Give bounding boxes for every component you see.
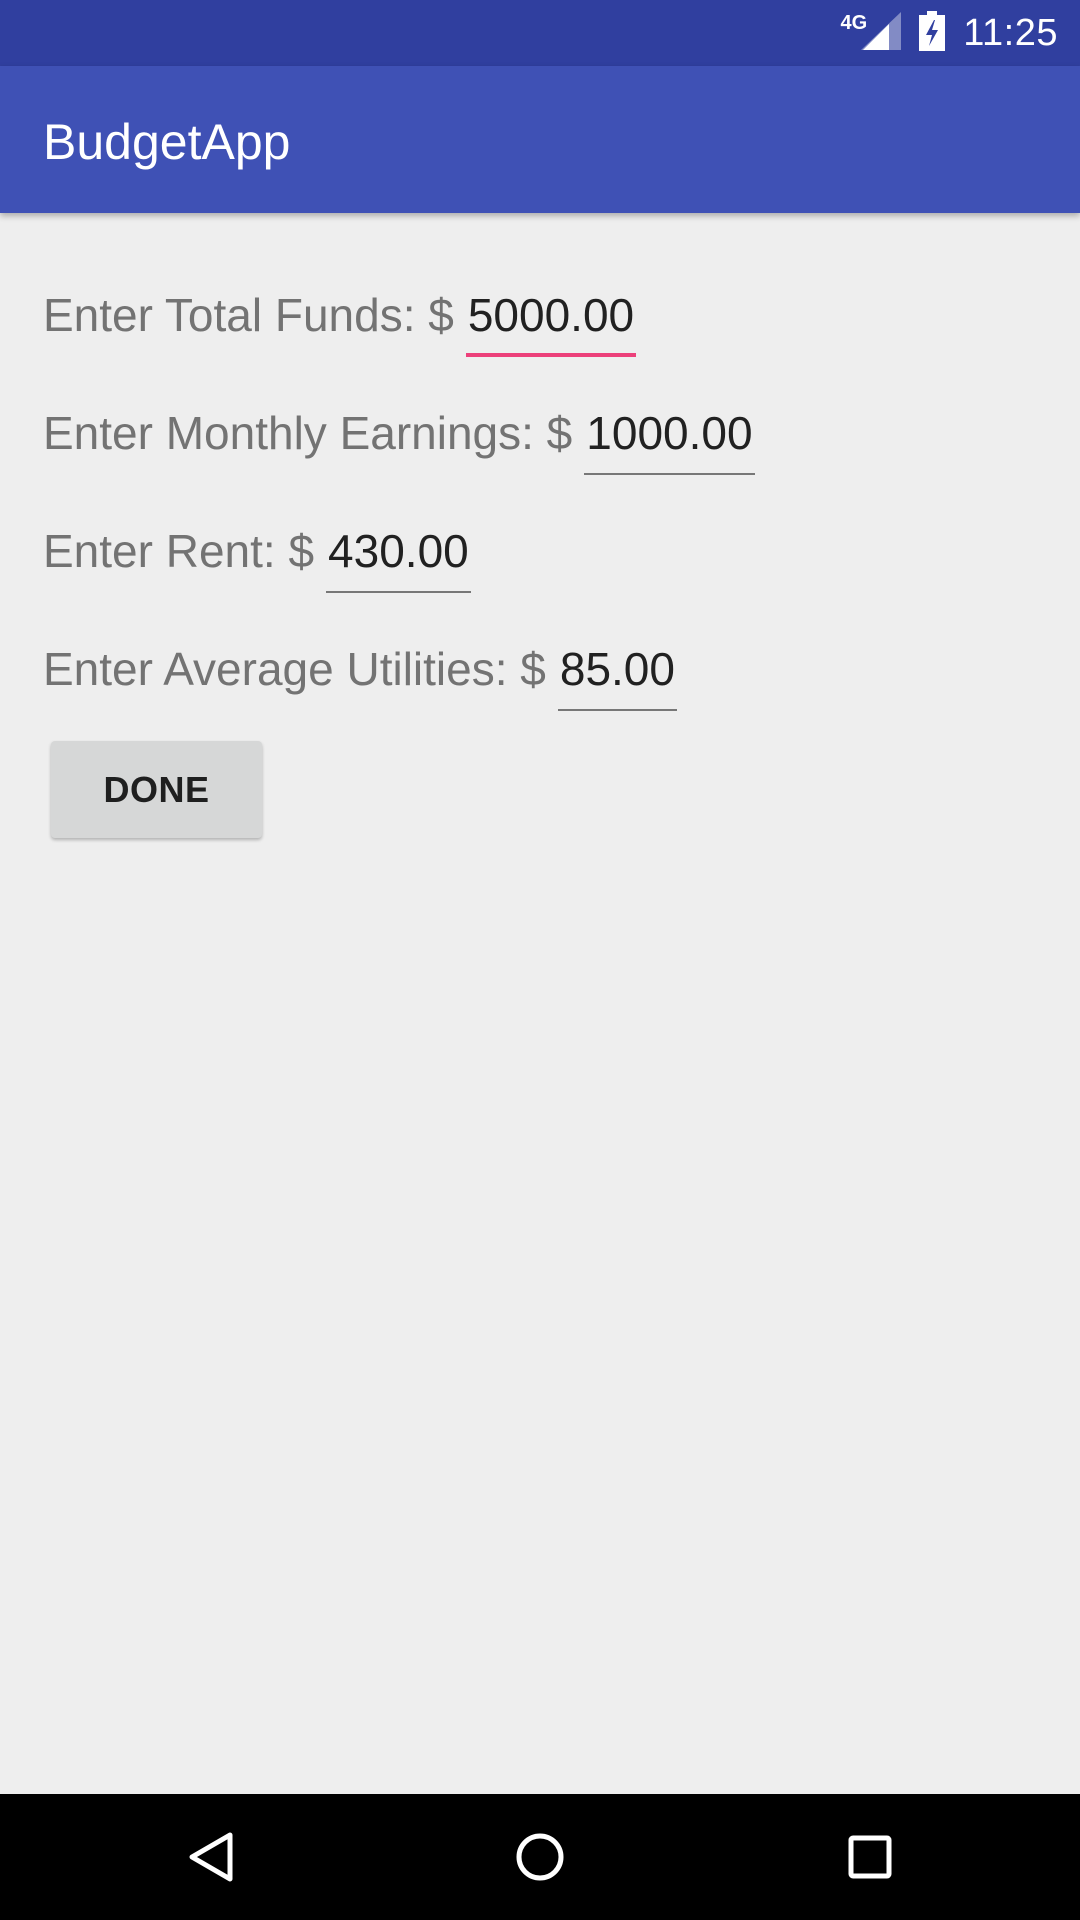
navigation-bar — [0, 1794, 1080, 1920]
status-icons: 4G 11:25 — [841, 0, 1058, 66]
status-bar: 4G 11:25 — [0, 0, 1080, 66]
total-funds-input[interactable]: 5000.00 — [465, 285, 637, 357]
app-title: BudgetApp — [43, 114, 291, 170]
back-icon[interactable] — [181, 1827, 241, 1887]
rent-label: Enter Rent: $ — [43, 525, 315, 577]
rent-input[interactable]: 430.00 — [326, 521, 471, 593]
total-funds-label: Enter Total Funds: $ — [43, 289, 454, 341]
battery-charging-icon — [919, 10, 946, 56]
monthly-earnings-row: Enter Monthly Earnings: $ 1000.00 — [43, 403, 755, 475]
cell-signal-icon — [861, 11, 902, 55]
screen: 4G 11:25 BudgetApp Enter Total Funds: $ — [0, 0, 1080, 1920]
total-funds-row: Enter Total Funds: $ 5000.00 — [43, 285, 637, 357]
monthly-earnings-input[interactable]: 1000.00 — [584, 403, 755, 475]
recents-icon[interactable] — [840, 1827, 900, 1887]
done-button[interactable]: DONE — [51, 741, 262, 838]
home-icon[interactable] — [510, 1827, 570, 1887]
status-clock: 11:25 — [963, 11, 1058, 54]
rent-row: Enter Rent: $ 430.00 — [43, 521, 471, 593]
utilities-input[interactable]: 85.00 — [557, 639, 677, 711]
monthly-earnings-label: Enter Monthly Earnings: $ — [43, 407, 573, 459]
app-bar: BudgetApp — [0, 66, 1080, 213]
utilities-row: Enter Average Utilities: $ 85.00 — [43, 639, 677, 711]
network-type-label: 4G — [840, 11, 868, 34]
utilities-label: Enter Average Utilities: $ — [43, 643, 546, 695]
